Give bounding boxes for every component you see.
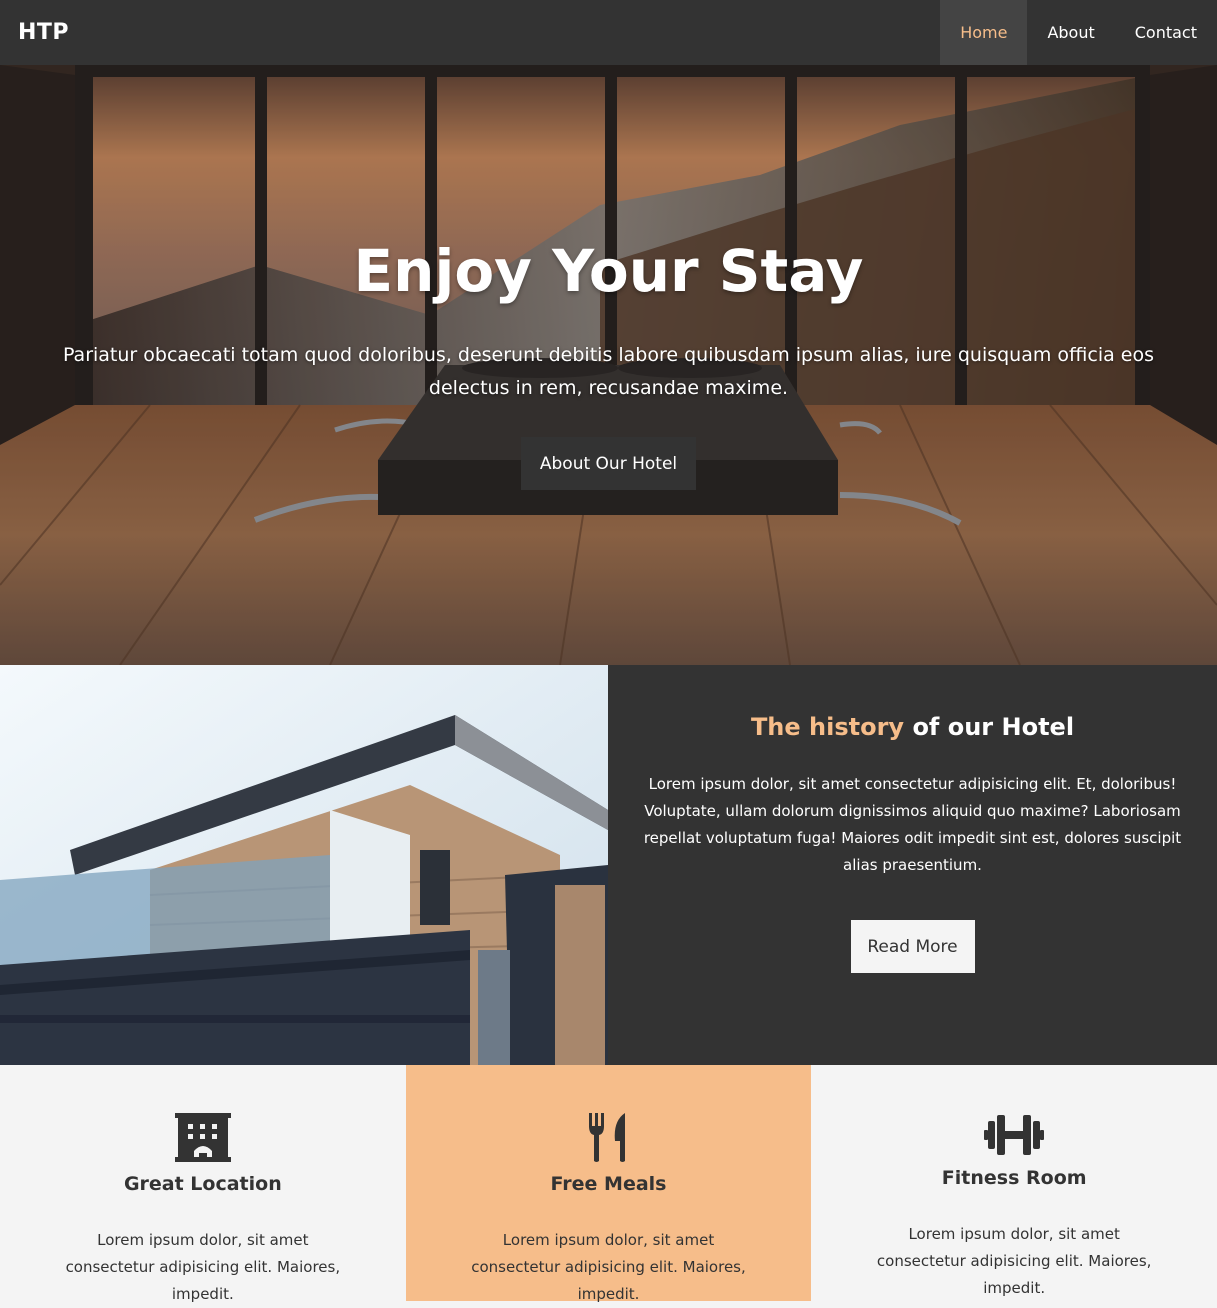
hero-content: Enjoy Your Stay Pariatur obcaecati totam… bbox=[0, 65, 1217, 665]
feature-text: Lorem ipsum dolor, sit amet consectetur … bbox=[876, 1225, 1152, 1297]
nav-link-contact[interactable]: Contact bbox=[1115, 0, 1217, 65]
navbar: HTP Home About Contact bbox=[0, 0, 1217, 65]
history-title-accent: The history bbox=[750, 713, 905, 741]
feature-title: Free Meals bbox=[550, 1173, 667, 1195]
hero-section: Enjoy Your Stay Pariatur obcaecati totam… bbox=[0, 65, 1217, 665]
history-text: Lorem ipsum dolor, sit amet consectetur … bbox=[643, 775, 1182, 874]
feature-free-meals: Free Meals Lorem ipsum dolor, sit amet c… bbox=[405, 1065, 812, 1303]
utensils-icon bbox=[579, 1113, 639, 1163]
brand-logo[interactable]: HTP bbox=[0, 20, 69, 45]
feature-title: Great Location bbox=[123, 1173, 282, 1195]
features-section: Great Location Lorem ipsum dolor, sit am… bbox=[0, 1065, 1217, 1303]
feature-great-location: Great Location Lorem ipsum dolor, sit am… bbox=[0, 1065, 406, 1303]
feature-fitness-room: Fitness Room Lorem ipsum dolor, sit amet… bbox=[811, 1065, 1217, 1301]
read-more-button[interactable]: Read More bbox=[850, 920, 975, 973]
feature-text: Lorem ipsum dolor, sit amet consectetur … bbox=[471, 1231, 746, 1303]
hotel-icon bbox=[173, 1113, 233, 1163]
hotel-building-illustration bbox=[0, 665, 608, 1065]
dumbbell-icon bbox=[984, 1113, 1045, 1157]
hero-text: Pariatur obcaecati totam quod doloribus,… bbox=[62, 344, 1155, 399]
about-our-hotel-button[interactable]: About Our Hotel bbox=[520, 437, 697, 490]
history-title: The history of our Hotel bbox=[751, 713, 1074, 741]
hotel-building-image bbox=[0, 665, 608, 1065]
history-title-rest: of our Hotel bbox=[912, 713, 1075, 741]
hero-title: Enjoy Your Stay bbox=[353, 237, 864, 305]
nav-links: Home About Contact bbox=[940, 0, 1217, 65]
feature-text: Lorem ipsum dolor, sit amet consectetur … bbox=[65, 1231, 341, 1303]
nav-link-about[interactable]: About bbox=[1027, 0, 1114, 65]
history-panel: The history of our Hotel Lorem ipsum dol… bbox=[608, 665, 1217, 1065]
nav-link-home[interactable]: Home bbox=[940, 0, 1028, 65]
history-section: The history of our Hotel Lorem ipsum dol… bbox=[0, 665, 1217, 1065]
feature-title: Fitness Room bbox=[941, 1167, 1087, 1189]
